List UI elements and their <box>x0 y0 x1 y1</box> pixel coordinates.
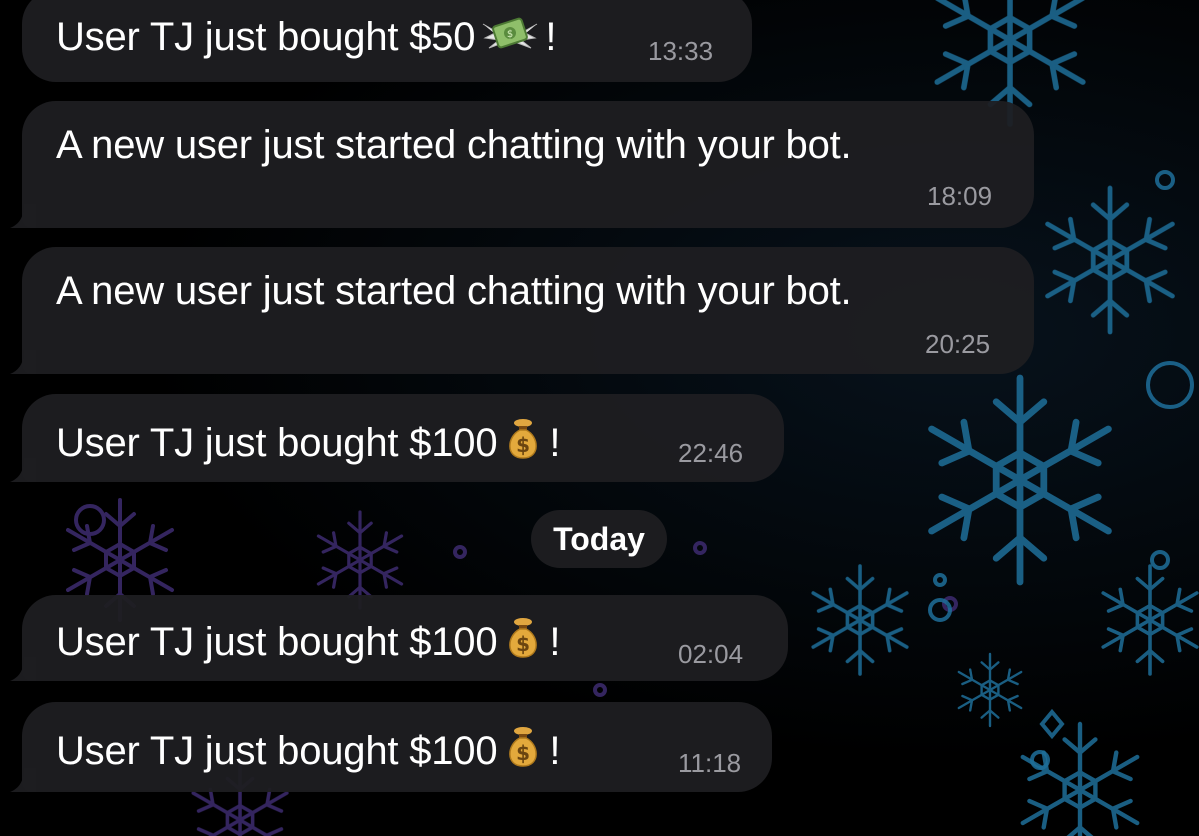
svg-text:$: $ <box>517 433 531 457</box>
money-with-wings-icon: $ <box>481 14 539 64</box>
message-bubble[interactable]: User TJ just bought $100 $! 02:04 <box>22 595 788 681</box>
date-separator-label: Today <box>553 520 645 557</box>
date-separator: Today <box>531 510 667 568</box>
message-text: User TJ just bought $50 $! <box>56 14 556 64</box>
message-time: 22:46 <box>678 438 744 468</box>
message-bubble[interactable]: User TJ just bought $50 $! 13:33 <box>22 0 752 82</box>
money-bag-icon: $ <box>503 722 543 778</box>
message-text-before: User TJ just bought $50 <box>56 15 476 59</box>
message-time: 13:33 <box>648 36 714 66</box>
message-text-before: User TJ just bought $100 <box>56 620 498 664</box>
message-text: User TJ just bought $100 $! <box>56 414 561 470</box>
money-bag-icon: $ <box>503 613 543 669</box>
message-bubble[interactable]: User TJ just bought $100 $! 22:46 <box>22 394 784 482</box>
message-time: 20:25 <box>925 329 991 359</box>
chat-screen: User TJ just bought $50 $! 13:33 A new us… <box>0 0 1199 836</box>
message-text: A new user just started chatting with yo… <box>56 269 852 313</box>
message-text: A new user just started chatting with yo… <box>56 123 852 167</box>
svg-text:$: $ <box>517 632 531 656</box>
message-text-before: User TJ just bought $100 <box>56 729 498 773</box>
message-text-before: User TJ just bought $100 <box>56 421 498 465</box>
message-time: 11:18 <box>678 748 742 778</box>
message-text-after: ! <box>545 15 557 59</box>
message-bubble[interactable]: A new user just started chatting with yo… <box>22 247 1034 374</box>
message-text-after: ! <box>549 729 561 773</box>
message-text: User TJ just bought $100 $! <box>56 722 561 778</box>
message-text: User TJ just bought $100 $! <box>56 613 561 669</box>
svg-text:$: $ <box>517 741 531 765</box>
message-time: 18:09 <box>927 181 993 211</box>
message-bubble[interactable]: User TJ just bought $100 $! 11:18 <box>22 702 772 792</box>
svg-text:$: $ <box>507 29 513 40</box>
money-bag-icon: $ <box>503 414 543 470</box>
message-text-after: ! <box>549 421 561 465</box>
message-bubble[interactable]: A new user just started chatting with yo… <box>22 101 1034 228</box>
message-time: 02:04 <box>678 639 744 669</box>
message-text-after: ! <box>549 620 561 664</box>
